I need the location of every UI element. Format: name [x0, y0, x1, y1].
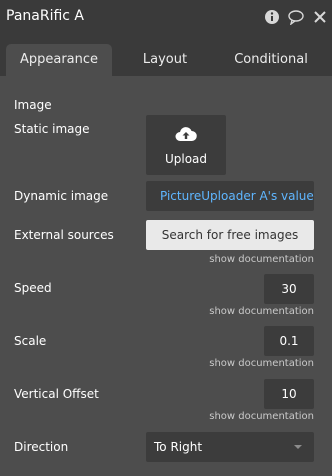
speed-label: Speed	[14, 281, 52, 295]
direction-label: Direction	[14, 440, 69, 454]
close-icon[interactable]	[312, 9, 328, 25]
scale-label: Scale	[14, 334, 47, 348]
show-documentation-link[interactable]: show documentation	[209, 411, 314, 422]
dynamic-image-label: Dynamic image	[14, 189, 109, 203]
chevron-down-icon	[294, 445, 302, 449]
show-documentation-link[interactable]: show documentation	[209, 254, 314, 265]
tab-layout[interactable]: Layout	[112, 44, 218, 76]
title-bar: PanaRific A	[0, 0, 332, 34]
tab-bar: Appearance Layout Conditional	[0, 34, 332, 76]
cloud-upload-icon	[175, 127, 197, 141]
comment-icon[interactable]	[288, 9, 304, 25]
tab-conditional-label: Conditional	[234, 52, 308, 67]
static-image-label: Static image	[14, 122, 90, 136]
vertical-offset-label: Vertical Offset	[14, 387, 99, 401]
scale-input[interactable]: 0.1	[264, 326, 314, 356]
tab-conditional[interactable]: Conditional	[218, 44, 324, 76]
dynamic-image-field[interactable]: PictureUploader A's value	[146, 181, 314, 211]
tab-appearance-label: Appearance	[19, 52, 99, 67]
tab-layout-label: Layout	[142, 52, 188, 67]
speed-input[interactable]: 30	[264, 274, 314, 304]
image-heading: Image	[14, 98, 52, 112]
search-free-images-button[interactable]: Search for free images	[146, 220, 314, 250]
vertical-offset-input[interactable]: 10	[264, 379, 314, 409]
direction-dropdown[interactable]: To Right	[146, 432, 314, 462]
info-icon[interactable]	[264, 9, 280, 25]
upload-label: Upload	[164, 152, 208, 166]
tab-appearance[interactable]: Appearance	[6, 44, 112, 76]
external-sources-label: External sources	[14, 228, 114, 242]
show-documentation-link[interactable]: show documentation	[209, 306, 314, 317]
upload-button[interactable]: Upload	[146, 115, 226, 175]
direction-value: To Right	[154, 440, 203, 454]
show-documentation-link[interactable]: show documentation	[209, 358, 314, 369]
window-title: PanaRific A	[6, 8, 85, 24]
